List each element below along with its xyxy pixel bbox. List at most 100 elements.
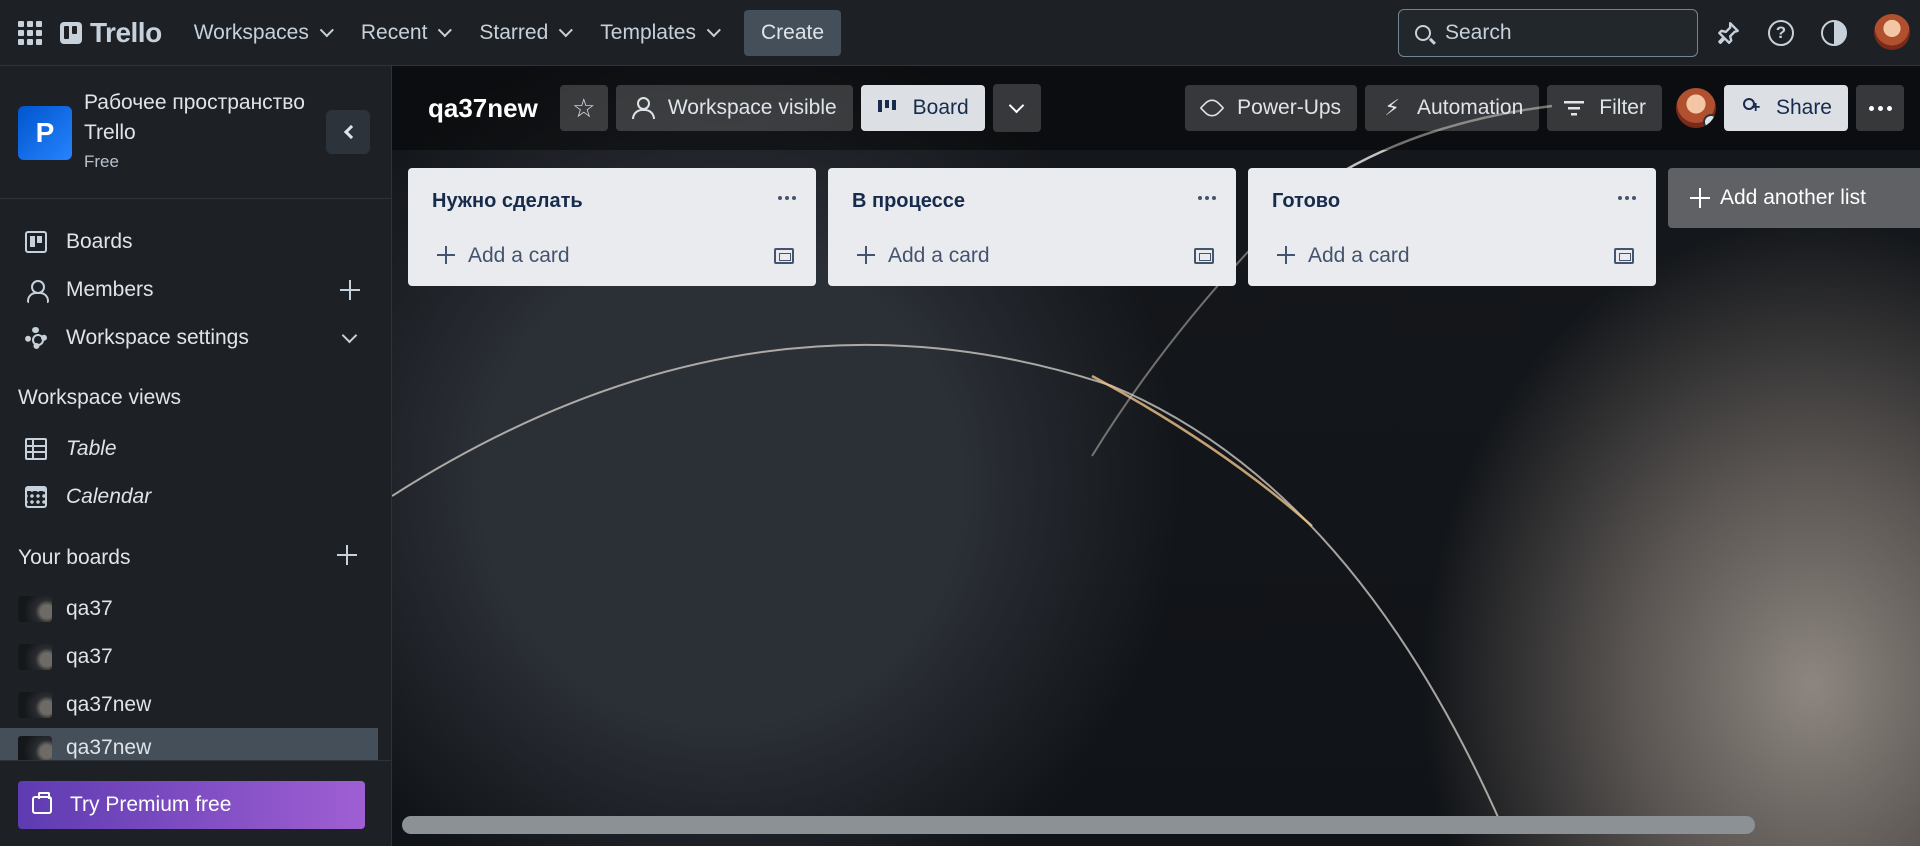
sidebar-item-table-view[interactable]: Table: [0, 426, 391, 472]
workspace-name: Рабочее пространство Trello: [84, 91, 305, 144]
add-list-label: Add another list: [1720, 186, 1866, 209]
board-view-button[interactable]: Board: [860, 85, 985, 131]
sidebar-divider: [0, 760, 391, 761]
sidebar-item-label: Calendar: [66, 485, 152, 508]
list-title[interactable]: Нужно сделать: [432, 190, 583, 213]
sidebar-board-item[interactable]: qa37: [0, 586, 391, 632]
your-boards-heading: Your boards: [18, 546, 131, 569]
create-from-template-icon[interactable]: [1614, 248, 1634, 264]
table-icon: [25, 438, 47, 460]
share-label: Share: [1775, 96, 1832, 119]
create-button[interactable]: Create: [744, 9, 842, 56]
automation-button[interactable]: ⚡ Automation: [1365, 85, 1540, 131]
sidebar-board-item-active[interactable]: qa37new: [0, 728, 378, 760]
list-column: В процессе Add a card: [828, 168, 1236, 286]
nav-workspaces-menu[interactable]: Workspaces: [182, 13, 341, 53]
add-card-button[interactable]: Add a card: [846, 238, 1166, 274]
list-title[interactable]: В процессе: [852, 190, 965, 213]
view-switcher-dropdown[interactable]: [992, 84, 1041, 132]
board-name: qa37: [66, 645, 113, 668]
chevron-down-icon: [438, 22, 453, 37]
sidebar-item-members[interactable]: Members: [0, 267, 391, 313]
add-person-icon: [1740, 97, 1762, 119]
trello-logo-icon: [60, 21, 82, 44]
search-input[interactable]: Search: [1398, 9, 1698, 57]
add-card-label: Add a card: [468, 244, 570, 267]
board-header-actions: Power-Ups ⚡ Automation Filter Share: [1185, 84, 1920, 132]
try-premium-button[interactable]: Try Premium free: [18, 781, 365, 829]
try-premium-label: Try Premium free: [70, 793, 232, 816]
nav-templates-label: Templates: [600, 20, 696, 44]
board-member-avatar[interactable]: [1675, 88, 1716, 128]
filter-label: Filter: [1599, 96, 1646, 119]
filter-icon: [1563, 97, 1586, 119]
share-button[interactable]: Share: [1723, 85, 1848, 131]
add-another-list-button[interactable]: Add another list: [1668, 168, 1920, 228]
calendar-icon: [25, 486, 47, 508]
briefcase-icon: [32, 792, 52, 814]
theme-toggle-icon[interactable]: [1818, 17, 1850, 49]
sidebar-item-label: Table: [66, 437, 117, 460]
nav-starred-menu[interactable]: Starred: [467, 13, 580, 53]
chevron-down-icon: [559, 22, 574, 37]
add-board-plus-icon[interactable]: [336, 544, 358, 566]
board-view-icon: [876, 97, 899, 119]
add-member-plus-icon[interactable]: [339, 279, 361, 301]
nav-starred-label: Starred: [479, 20, 549, 44]
boards-icon: [25, 231, 47, 253]
list-menu-icon[interactable]: [1618, 196, 1636, 200]
workspace-logo: P: [18, 106, 72, 160]
list-menu-icon[interactable]: [1198, 196, 1216, 200]
chevron-down-icon: [341, 327, 358, 343]
board-header: qa37new ☆ Workspace visible Board Power-…: [392, 66, 1920, 150]
list-menu-icon[interactable]: [778, 196, 796, 200]
plus-icon: [1276, 245, 1298, 267]
nav-recent-menu[interactable]: Recent: [349, 13, 460, 53]
workspace-views-heading: Workspace views: [18, 386, 181, 409]
collapse-sidebar-button[interactable]: [326, 110, 370, 154]
user-avatar[interactable]: [1874, 14, 1910, 50]
horizontal-scrollbar[interactable]: [402, 816, 1755, 834]
workspace-sidebar: P Рабочее пространство Trello Free Board…: [0, 66, 392, 846]
list-column: Нужно сделать Add a card: [408, 168, 816, 286]
star-icon: ☆: [572, 93, 596, 123]
app-switcher-icon[interactable]: [16, 19, 44, 47]
board-menu-button[interactable]: [1856, 85, 1904, 131]
board-name: qa37new: [66, 736, 152, 759]
member-icon: [25, 279, 49, 303]
list-title[interactable]: Готово: [1272, 190, 1340, 213]
help-icon[interactable]: ?: [1765, 17, 1797, 49]
board-thumbnail: [18, 692, 52, 718]
visibility-label: Workspace visible: [667, 96, 837, 119]
rocket-icon: [1199, 95, 1225, 121]
nav-templates-menu[interactable]: Templates: [588, 13, 728, 53]
sidebar-item-label: Workspace settings: [66, 326, 249, 349]
sidebar-board-item[interactable]: qa37new: [0, 682, 391, 728]
trello-logo[interactable]: Trello: [60, 13, 162, 53]
star-board-button[interactable]: ☆: [559, 85, 608, 131]
sidebar-item-label: Members: [66, 278, 154, 301]
board-title[interactable]: qa37new: [428, 93, 538, 124]
board-thumbnail: [18, 736, 52, 760]
notifications-bell-icon[interactable]: [1712, 17, 1744, 49]
chevron-down-icon: [1008, 97, 1025, 113]
create-from-template-icon[interactable]: [1194, 248, 1214, 264]
power-ups-button[interactable]: Power-Ups: [1185, 85, 1358, 131]
visibility-button[interactable]: Workspace visible: [615, 85, 853, 131]
create-from-template-icon[interactable]: [774, 248, 794, 264]
filter-button[interactable]: Filter: [1547, 85, 1662, 131]
nav-workspaces-label: Workspaces: [193, 20, 309, 44]
add-card-button[interactable]: Add a card: [426, 238, 746, 274]
app-name: Trello: [90, 16, 162, 48]
search-icon: [1415, 25, 1431, 41]
sidebar-item-boards[interactable]: Boards: [0, 219, 391, 265]
board-name: qa37: [66, 597, 113, 620]
board-name: qa37new: [66, 693, 152, 716]
sidebar-item-calendar-view[interactable]: Calendar: [0, 474, 391, 520]
board-canvas: qa37new ☆ Workspace visible Board Power-…: [392, 66, 1920, 846]
sidebar-item-workspace-settings[interactable]: Workspace settings: [0, 315, 391, 361]
sidebar-board-item[interactable]: qa37: [0, 634, 391, 680]
add-card-button[interactable]: Add a card: [1266, 238, 1586, 274]
add-card-label: Add a card: [888, 244, 990, 267]
chevron-down-icon: [319, 22, 334, 37]
